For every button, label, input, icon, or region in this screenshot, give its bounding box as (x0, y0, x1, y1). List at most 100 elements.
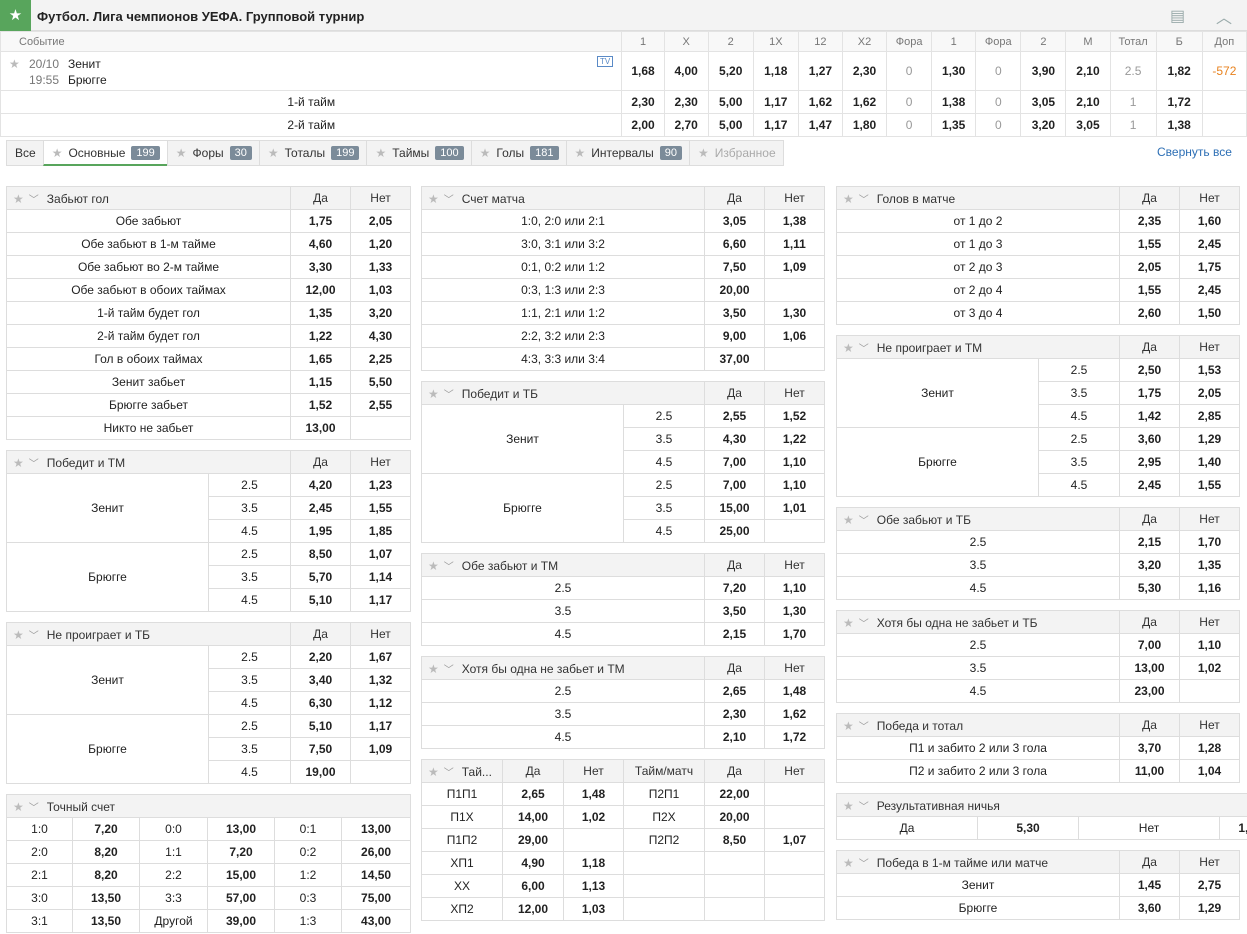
block-title[interactable]: ★ ﹀ Обе забьют и ТБ (836, 507, 1120, 531)
odds-cell[interactable]: 1,47 (797, 113, 843, 137)
odds-no[interactable] (764, 519, 825, 543)
block-title[interactable]: ★ ﹀ Победа в 1-м тайме или матче (836, 850, 1120, 874)
odds-no[interactable]: 1,11 (764, 232, 825, 256)
odds-no[interactable]: 1,09 (350, 737, 411, 761)
odds-yes[interactable]: 4,20 (290, 473, 351, 497)
odds-cell[interactable]: 1,62 (841, 90, 888, 114)
odds-cell[interactable]: 57,00 (207, 886, 275, 910)
chevron-down-icon[interactable]: ﹀ (859, 195, 869, 206)
odds-yes[interactable]: 37,00 (704, 347, 765, 371)
star-icon[interactable]: ★ (843, 341, 854, 355)
odds-cell[interactable]: 1,02 (563, 805, 624, 829)
tab-6[interactable]: ★ Интервалы 90 (565, 140, 691, 166)
odds-cell[interactable] (764, 851, 825, 875)
chevron-down-icon[interactable]: ﹀ (444, 768, 454, 779)
odds-cell[interactable]: 1,82 (1155, 51, 1203, 91)
odds-cell[interactable]: 39,00 (207, 909, 275, 933)
odds-cell[interactable]: 0 (886, 90, 933, 114)
odds-cell[interactable] (764, 897, 825, 921)
chevron-down-icon[interactable]: ﹀ (444, 195, 454, 206)
odds-no[interactable]: 1,01 (764, 496, 825, 520)
tab-2[interactable]: ★ Форы 30 (166, 140, 260, 166)
odds-yes[interactable]: 2,30 (704, 702, 765, 726)
odds-cell[interactable]: 1,68 (621, 51, 665, 91)
block-title[interactable]: ★ ﹀ Результативная ничья (835, 793, 1247, 817)
odds-cell[interactable]: 3,20 (1020, 113, 1067, 137)
odds-yes[interactable]: 7,50 (290, 737, 351, 761)
odds-cell[interactable]: 1,03 (563, 897, 624, 921)
odds-cell[interactable]: 1,17 (752, 113, 799, 137)
odds-cell[interactable]: 29,00 (502, 828, 564, 852)
odds-cell[interactable]: 8,50 (704, 828, 765, 852)
odds-no[interactable]: 2,45 (1179, 232, 1240, 256)
odds-yes[interactable]: 7,00 (1119, 633, 1180, 657)
odds-yes[interactable]: 3,20 (1119, 553, 1180, 577)
block-title[interactable]: ★ ﹀ Голов в матче (836, 186, 1120, 210)
chevron-down-icon[interactable]: ﹀ (444, 390, 454, 401)
tab-5[interactable]: ★ Голы 181 (470, 140, 567, 166)
odds-cell[interactable]: 13,00 (207, 817, 275, 841)
odds-no[interactable]: 1,29 (1179, 896, 1240, 920)
odds-cell[interactable]: 2,30 (621, 90, 665, 114)
odds-yes[interactable]: 2,10 (704, 725, 765, 749)
odds-cell[interactable]: 5,20 (707, 51, 754, 91)
star-icon[interactable]: ★ (428, 387, 439, 401)
odds-no[interactable]: 1,33 (350, 255, 411, 279)
odds-no[interactable]: 1,02 (1179, 656, 1240, 680)
odds-cell[interactable]: 7,20 (72, 817, 140, 841)
star-icon[interactable]: ★ (843, 856, 854, 870)
odds-no[interactable]: 1,07 (350, 542, 411, 566)
odds-no[interactable]: 1,72 (764, 725, 825, 749)
odds-no[interactable]: 1,12 (350, 691, 411, 715)
odds-cell[interactable]: 7,20 (207, 840, 275, 864)
star-icon[interactable]: ★ (843, 719, 854, 733)
odds-no[interactable]: 1,75 (1179, 255, 1240, 279)
block-title[interactable]: ★ ﹀ Хотя бы одна не забьет и ТМ (421, 656, 705, 680)
odds-no[interactable]: 1,48 (764, 679, 825, 703)
odds-no[interactable] (350, 416, 411, 440)
odds-yes[interactable]: 1,55 (1119, 232, 1180, 256)
star-icon[interactable]: ★ (13, 192, 24, 206)
odds-no[interactable]: 1,09 (764, 255, 825, 279)
odds-yes[interactable]: 1,75 (1119, 381, 1180, 405)
odds-yes[interactable]: 4,30 (704, 427, 765, 451)
odds-cell[interactable]: 0 (886, 113, 933, 137)
odds-yes[interactable]: 20,00 (704, 278, 765, 302)
odds-yes[interactable]: 1,15 (290, 370, 351, 394)
odds-no[interactable]: 1,60 (1179, 209, 1240, 233)
odds-yes[interactable]: 3,50 (704, 599, 765, 623)
tab-1[interactable]: ★ Основные 199 (42, 140, 168, 166)
odds-yes[interactable]: 2,95 (1119, 450, 1180, 474)
block-title[interactable]: ★ ﹀ Хотя бы одна не забьет и ТБ (836, 610, 1120, 634)
odds-yes[interactable]: 25,00 (704, 519, 765, 543)
odds-cell[interactable]: 0 (975, 113, 1022, 137)
odds-no[interactable]: 2,45 (1179, 278, 1240, 302)
odds-cell[interactable]: 1,80 (841, 113, 888, 137)
odds-cell[interactable]: 3,05 (1065, 113, 1111, 137)
odds-yes[interactable]: 7,20 (704, 576, 765, 600)
odds-yes[interactable]: 12,00 (290, 278, 351, 302)
odds-cell[interactable]: 2,00 (621, 113, 665, 137)
block-title[interactable]: ★ ﹀ Счет матча (421, 186, 705, 210)
odds-no[interactable]: 4,30 (350, 324, 411, 348)
odds-yes[interactable]: 3,40 (290, 668, 351, 692)
star-icon[interactable]: ★ (843, 513, 854, 527)
odds-no[interactable]: 1,16 (1179, 576, 1240, 600)
chevron-down-icon[interactable]: ﹀ (859, 619, 869, 630)
block-title[interactable]: ★ ﹀ Не проиграет и ТМ (836, 335, 1120, 359)
block-title[interactable]: ★ ﹀ Точный счет (5, 794, 412, 818)
tab-7[interactable]: ★ Избранное (689, 140, 784, 166)
odds-cell[interactable]: 2.5 (1109, 51, 1157, 91)
odds-cell[interactable]: 1,27 (797, 51, 843, 91)
star-icon[interactable]: ★ (13, 456, 24, 470)
block-title[interactable]: ★ ﹀ Победит и ТБ (421, 381, 705, 405)
odds-yes[interactable]: 5,70 (290, 565, 351, 589)
odds-no[interactable]: 1,32 (350, 668, 411, 692)
odds-cell[interactable]: 2,30 (663, 90, 709, 114)
odds-cell[interactable]: 6,00 (502, 874, 564, 898)
odds-cell[interactable]: 1,16 (1218, 816, 1247, 840)
odds-no[interactable]: 2,05 (350, 209, 411, 233)
odds-cell[interactable]: 1,38 (1155, 113, 1203, 137)
star-icon[interactable]: ★ (13, 628, 24, 642)
odds-cell[interactable]: 15,00 (207, 863, 275, 887)
